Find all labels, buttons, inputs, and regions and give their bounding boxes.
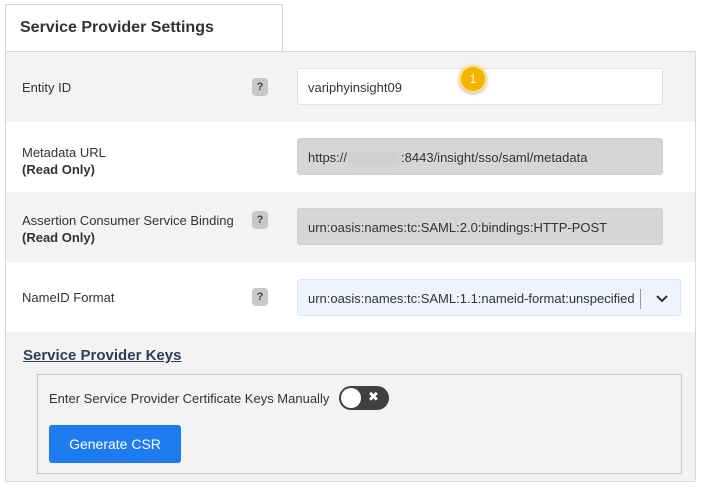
- toggle-knob: [341, 388, 361, 408]
- keys-box: Enter Service Provider Certificate Keys …: [37, 374, 682, 474]
- manual-keys-label: Enter Service Provider Certificate Keys …: [49, 391, 330, 406]
- generate-csr-button[interactable]: Generate CSR: [49, 425, 181, 463]
- acs-binding-readonly: (Read Only): [22, 230, 95, 245]
- manual-keys-toggle[interactable]: ✖: [339, 386, 389, 410]
- metadata-url-suffix: :8443/insight/sso/saml/metadata: [401, 150, 588, 165]
- metadata-url-readonly: (Read Only): [22, 162, 95, 177]
- metadata-url-field: https:// :8443/insight/sso/saml/metadata: [297, 138, 663, 175]
- help-icon[interactable]: ?: [252, 288, 268, 306]
- metadata-url-label: Metadata URL (Read Only): [22, 145, 106, 177]
- metadata-url-row: Metadata URL (Read Only) https:// :8443/i…: [6, 122, 695, 192]
- nameid-format-row: NameID Format ? urn:oasis:names:tc:SAML:…: [6, 262, 695, 332]
- chevron-down-icon[interactable]: [654, 289, 670, 307]
- nameid-format-value: urn:oasis:names:tc:SAML:1.1:nameid-forma…: [308, 291, 635, 306]
- service-provider-keys-title: Service Provider Keys: [23, 347, 182, 364]
- tab-service-provider-settings[interactable]: Service Provider Settings: [5, 4, 283, 52]
- acs-binding-label: Assertion Consumer Service Binding (Read…: [22, 213, 234, 245]
- settings-panel: Entity ID ? variphyinsight09 Metadata UR…: [5, 51, 696, 482]
- close-icon: ✖: [368, 389, 379, 404]
- metadata-url-prefix: https://: [308, 150, 348, 165]
- metadata-url-label-text: Metadata URL: [22, 145, 106, 160]
- callout-badge: 1: [459, 65, 487, 93]
- nameid-format-select[interactable]: urn:oasis:names:tc:SAML:1.1:nameid-forma…: [297, 279, 681, 316]
- entity-id-label: Entity ID: [22, 80, 72, 95]
- entity-id-value: variphyinsight09: [308, 80, 402, 95]
- entity-id-row: Entity ID ? variphyinsight09: [6, 52, 695, 122]
- tab-label: Service Provider Settings: [20, 19, 214, 36]
- help-icon[interactable]: ?: [252, 211, 268, 229]
- acs-binding-field: urn:oasis:names:tc:SAML:2.0:bindings:HTT…: [297, 208, 663, 245]
- redacted-host: [349, 151, 400, 166]
- acs-binding-row: Assertion Consumer Service Binding (Read…: [6, 192, 695, 262]
- acs-binding-label-text: Assertion Consumer Service Binding: [22, 213, 234, 228]
- acs-binding-value: urn:oasis:names:tc:SAML:2.0:bindings:HTT…: [308, 220, 608, 235]
- select-separator: [640, 289, 641, 309]
- help-icon[interactable]: ?: [252, 78, 268, 96]
- nameid-format-label: NameID Format: [22, 290, 115, 305]
